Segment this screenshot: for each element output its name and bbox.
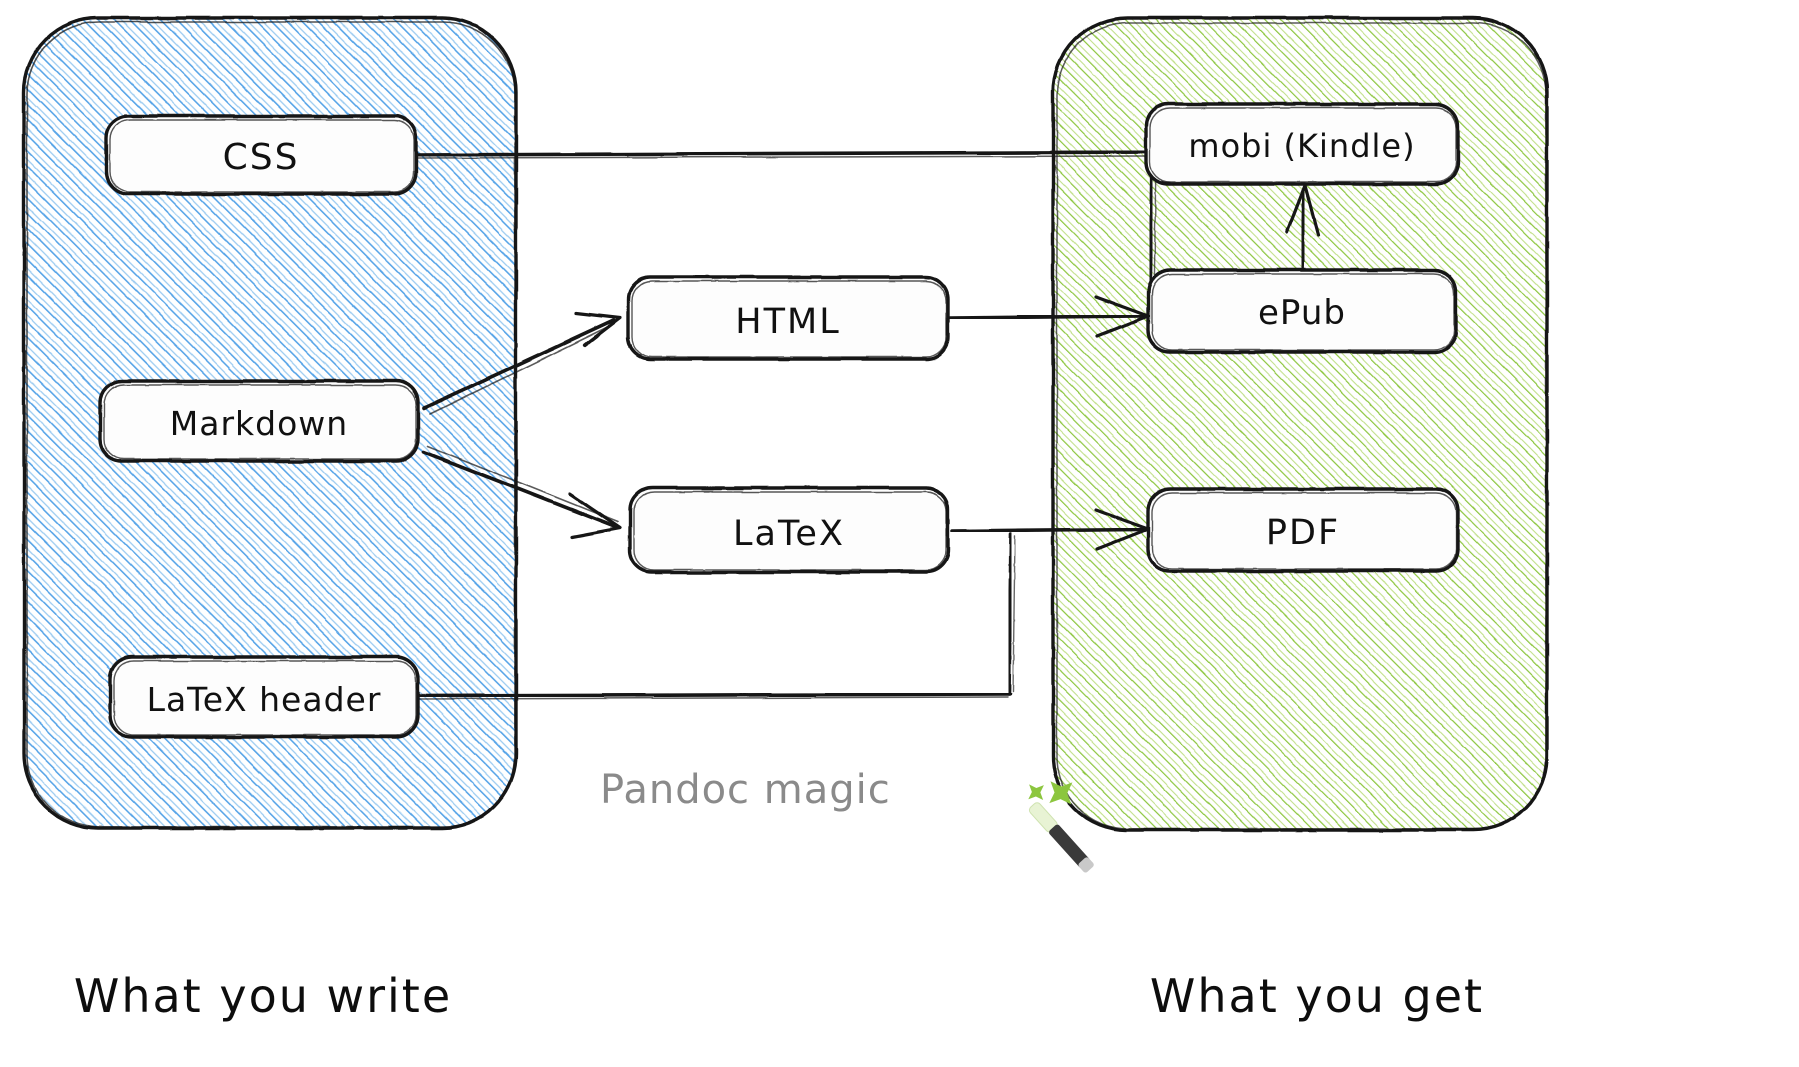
- caption-what-you-write: What you write: [74, 969, 452, 1023]
- pandoc-magic-label: Pandoc magic: [600, 767, 891, 813]
- group-captions: What you write What you get: [74, 969, 1484, 1023]
- diagram-canvas: CSS Markdown LaTeX header HTML LaTeX mob…: [0, 0, 1799, 1067]
- node-label-markdown: Markdown: [170, 404, 348, 443]
- node-label-mobi: mobi (Kindle): [1188, 127, 1415, 165]
- node-label-css: CSS: [223, 137, 300, 178]
- node-label-epub: ePub: [1258, 293, 1346, 333]
- diagram-svg: CSS Markdown LaTeX header HTML LaTeX mob…: [22, 16, 1549, 1023]
- pandoc-magic-caption: Pandoc magic: [600, 767, 1094, 873]
- node-label-html: HTML: [735, 302, 840, 342]
- node-label-latex-header: LaTeX header: [147, 680, 382, 719]
- caption-what-you-get: What you get: [1150, 969, 1484, 1023]
- node-label-latex: LaTeX: [733, 514, 845, 554]
- node-label-pdf: PDF: [1266, 513, 1340, 553]
